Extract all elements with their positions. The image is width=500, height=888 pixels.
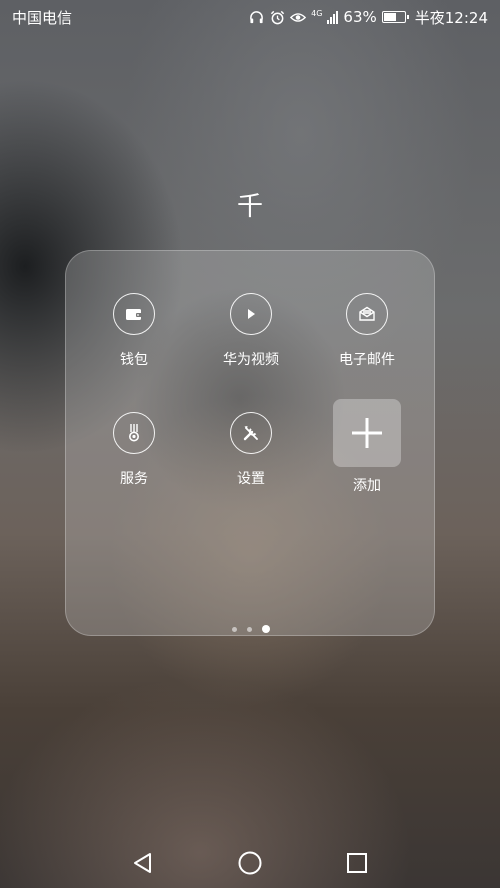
add-label: 添加 <box>353 478 381 494</box>
play-icon <box>230 293 272 335</box>
headphones-icon <box>248 9 264 25</box>
signal-icon <box>327 10 339 24</box>
app-email[interactable]: 电子邮件 <box>312 293 422 369</box>
app-label: 设置 <box>237 471 265 487</box>
plus-icon <box>333 399 401 467</box>
back-icon <box>134 853 152 873</box>
app-label: 钱包 <box>120 352 148 368</box>
battery-percent: 63% <box>343 8 377 26</box>
status-bar: 中国电信 4G 63% 半夜12:24 <box>0 0 500 34</box>
home-icon <box>238 851 262 875</box>
status-icons: 4G 63% 半夜12:24 <box>248 7 488 28</box>
app-folder: 钱包 华为视频 电子邮件 服务 设置 添加 <box>65 250 435 636</box>
back-button[interactable] <box>123 843 163 883</box>
page-dot[interactable] <box>232 626 237 632</box>
tools-icon <box>230 412 272 454</box>
home-button[interactable] <box>230 843 270 883</box>
eye-icon <box>290 9 307 25</box>
battery-fill <box>383 13 396 21</box>
clock: 半夜12:24 <box>414 8 488 27</box>
page-dot[interactable] <box>247 626 252 632</box>
page-indicator <box>66 625 436 633</box>
app-wallet[interactable]: 钱包 <box>79 293 189 369</box>
app-settings[interactable]: 设置 <box>196 412 306 488</box>
recents-button[interactable] <box>337 843 377 883</box>
app-service[interactable]: 服务 <box>79 412 189 488</box>
alarm-icon <box>269 9 285 25</box>
battery-icon <box>381 11 409 23</box>
carrier-label: 中国电信 <box>12 8 73 27</box>
medal-icon <box>113 412 155 454</box>
email-icon <box>346 293 388 335</box>
page-dot-active[interactable] <box>262 625 270 633</box>
recents-icon <box>346 853 367 873</box>
app-huawei-video[interactable]: 华为视频 <box>196 293 306 369</box>
wallet-icon <box>113 293 155 335</box>
folder-title[interactable]: 千 <box>0 186 500 223</box>
network-type: 4G <box>311 8 323 18</box>
app-label: 华为视频 <box>223 352 279 368</box>
add-app-button[interactable]: 添加 <box>312 399 422 495</box>
app-label: 服务 <box>120 471 148 487</box>
app-label: 电子邮件 <box>339 352 395 368</box>
navigation-bar <box>0 838 500 888</box>
